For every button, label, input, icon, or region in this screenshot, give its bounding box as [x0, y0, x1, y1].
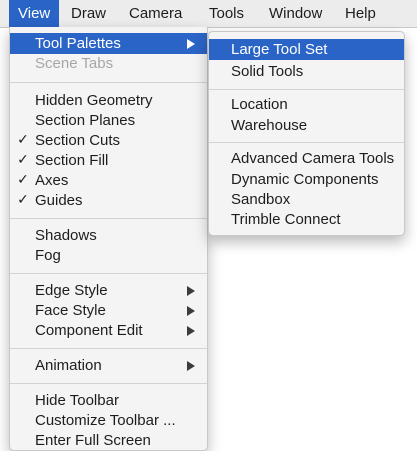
menu-separator [10, 273, 207, 274]
menu-separator [10, 218, 207, 219]
submenu-arrow-icon [187, 39, 195, 49]
menu-item-label: Scene Tabs [35, 55, 114, 72]
menu-item-axes[interactable]: ✓ Axes [10, 170, 207, 191]
submenu-item-sandbox[interactable]: Sandbox [209, 189, 404, 210]
submenu-arrow-icon [187, 286, 195, 296]
submenu-item-dynamic-components[interactable]: Dynamic Components [209, 169, 404, 190]
menu-separator [209, 142, 404, 143]
submenu-arrow-icon [187, 326, 195, 336]
menu-item-tool-palettes[interactable]: Tool Palettes [10, 33, 207, 54]
menu-item-animation[interactable]: Animation [10, 355, 207, 376]
menu-item-label: Tool Palettes [35, 35, 121, 52]
menu-item-label: Customize Toolbar ... [35, 412, 176, 429]
menu-item-label: Animation [35, 357, 102, 374]
menu-item-enter-full-screen[interactable]: Enter Full Screen [10, 430, 207, 451]
submenu-item-location[interactable]: Location [209, 94, 404, 115]
menu-view[interactable]: View [9, 0, 59, 27]
menu-separator [209, 89, 404, 90]
menu-item-label: Face Style [35, 302, 106, 319]
menu-item-scene-tabs: Scene Tabs [10, 53, 207, 74]
menu-item-label: Section Planes [35, 112, 136, 129]
submenu-arrow-icon [187, 361, 195, 371]
menu-item-customize-toolbar[interactable]: Customize Toolbar ... [10, 410, 207, 431]
menu-help[interactable]: Help [336, 0, 386, 27]
menu-item-label: Edge Style [35, 282, 108, 299]
submenu-item-solid-tools[interactable]: Solid Tools [209, 61, 404, 82]
submenu-arrow-icon [187, 306, 195, 316]
menu-item-component-edit[interactable]: Component Edit [10, 320, 207, 341]
menu-separator [10, 383, 207, 384]
menu-item-label: Guides [35, 192, 83, 209]
menu-item-hidden-geometry[interactable]: Hidden Geometry [10, 90, 207, 111]
menu-item-section-fill[interactable]: ✓ Section Fill [10, 150, 207, 171]
view-menu: Tool Palettes Scene Tabs Hidden Geometry… [9, 27, 208, 451]
menu-item-label: Axes [35, 172, 69, 189]
checkmark-icon: ✓ [17, 152, 29, 168]
tool-palettes-submenu: Large Tool Set Solid Tools Location Ware… [208, 31, 405, 236]
menu-item-label: Section Fill [35, 152, 109, 169]
menu-item-label: Section Cuts [35, 132, 121, 149]
menu-item-fog[interactable]: Fog [10, 245, 207, 266]
menu-item-label: Hidden Geometry [35, 92, 153, 109]
submenu-item-advanced-camera-tools[interactable]: Advanced Camera Tools [209, 148, 404, 169]
menu-item-shadows[interactable]: Shadows [10, 225, 207, 246]
menu-item-hide-toolbar[interactable]: Hide Toolbar [10, 390, 207, 411]
menu-item-label: Hide Toolbar [35, 392, 119, 409]
menu-item-face-style[interactable]: Face Style [10, 300, 207, 321]
menu-item-edge-style[interactable]: Edge Style [10, 280, 207, 301]
submenu-item-warehouse[interactable]: Warehouse [209, 115, 404, 136]
menu-item-label: Fog [35, 247, 61, 264]
menu-draw[interactable]: Draw [62, 0, 118, 27]
menu-item-section-cuts[interactable]: ✓ Section Cuts [10, 130, 207, 151]
menu-tools[interactable]: Tools [200, 0, 258, 27]
checkmark-icon: ✓ [17, 192, 29, 208]
menu-bar: View Draw Camera Tools Window Help [0, 0, 417, 28]
menu-item-label: Shadows [35, 227, 97, 244]
submenu-item-large-tool-set[interactable]: Large Tool Set [209, 39, 404, 60]
menu-window[interactable]: Window [260, 0, 334, 27]
menu-separator [10, 348, 207, 349]
menu-item-label: Component Edit [35, 322, 143, 339]
submenu-item-trimble-connect[interactable]: Trimble Connect [209, 209, 404, 230]
menu-item-section-planes[interactable]: Section Planes [10, 110, 207, 131]
checkmark-icon: ✓ [17, 172, 29, 188]
menu-camera[interactable]: Camera [120, 0, 198, 27]
menu-item-guides[interactable]: ✓ Guides [10, 190, 207, 211]
checkmark-icon: ✓ [17, 132, 29, 148]
menu-separator [10, 82, 207, 83]
menu-item-label: Enter Full Screen [35, 432, 151, 449]
